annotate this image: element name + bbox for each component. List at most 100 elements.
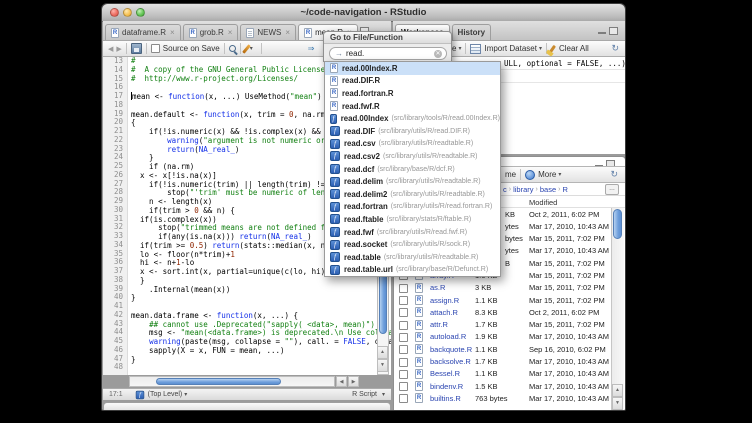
goto-result-item[interactable]: fread.table(src/library/utils/R/readtabl… <box>325 251 500 264</box>
maximize-workspace-icon[interactable] <box>609 27 618 35</box>
goto-result-item[interactable]: Rread.fortran.R <box>325 87 500 100</box>
source-on-save-checkbox[interactable] <box>151 44 160 53</box>
language-mode[interactable]: R Script <box>352 391 377 398</box>
editor-hscrollbar[interactable] <box>129 376 335 387</box>
file-checkbox[interactable] <box>399 284 408 293</box>
workspace-pane-minmax[interactable] <box>598 27 618 35</box>
file-checkbox[interactable] <box>399 370 408 379</box>
file-name-link[interactable]: as.R <box>430 283 445 292</box>
import-dataset-icon[interactable] <box>470 44 481 54</box>
file-checkbox[interactable] <box>399 321 408 330</box>
scope-dropdown-icon[interactable]: ▾ <box>184 391 187 398</box>
tab-history[interactable]: History <box>452 24 492 40</box>
files-scroll-up-icon[interactable]: ▲ <box>612 384 623 397</box>
forward-icon[interactable]: ▶ <box>116 45 121 53</box>
file-name-link[interactable]: autoload.R <box>430 332 466 341</box>
breadcrumb-item[interactable]: c <box>503 185 507 194</box>
scroll-right-icon[interactable]: ▶ <box>348 376 359 387</box>
clear-search-icon[interactable]: ✕ <box>434 50 442 58</box>
file-row[interactable]: RBessel.R1.1 KBMar 17, 2010, 10:43 AM <box>394 368 611 380</box>
more-dropdown-icon[interactable]: ▾ <box>558 171 561 178</box>
window-titlebar[interactable]: ~/code-navigation - RStudio <box>102 4 625 22</box>
goto-result-item[interactable]: fread.DIF(src/library/utils/R/read.DIF.R… <box>325 125 500 138</box>
file-row[interactable]: Rbuiltins.R763 bytesMar 17, 2010, 10:43 … <box>394 392 611 404</box>
file-name-link[interactable]: Bessel.R <box>430 369 460 378</box>
goto-result-item[interactable]: Rread.00Index.R <box>325 62 500 75</box>
refresh-icon[interactable]: ↻ <box>611 44 619 53</box>
files-vscrollbar[interactable]: ▲ ▼ <box>611 208 624 410</box>
goto-result-item[interactable]: fread.dcf(src/library/base/R/dcf.R) <box>325 163 500 176</box>
file-row[interactable]: Rattach.R8.3 KBOct 2, 2011, 6:02 PM <box>394 306 611 318</box>
goto-result-item[interactable]: Rread.DIF.R <box>325 75 500 88</box>
goto-search-input[interactable]: → read. ✕ <box>329 47 447 60</box>
files-vscroll-thumb[interactable] <box>613 209 622 239</box>
minimize-workspace-icon[interactable] <box>598 32 606 34</box>
rename-button-fragment[interactable]: me <box>505 170 516 179</box>
file-checkbox[interactable] <box>399 345 408 354</box>
editor-tab-NEWS[interactable]: RNEWS× <box>240 24 296 40</box>
modified-column-header[interactable]: Modified <box>529 198 557 207</box>
file-row[interactable]: Rautoload.R1.9 KBMar 17, 2010, 10:43 AM <box>394 331 611 343</box>
breadcrumb-item[interactable]: base <box>540 185 556 194</box>
goto-results-list[interactable]: Rread.00Index.RRread.DIF.RRread.fortran.… <box>324 61 501 277</box>
close-tab-icon[interactable]: × <box>285 29 290 37</box>
source-arrow-icon[interactable]: ⇒ <box>308 44 315 53</box>
file-checkbox[interactable] <box>399 333 408 342</box>
language-dropdown-icon[interactable]: ▾ <box>382 391 385 398</box>
save-dropdown-icon[interactable]: ▾ <box>458 45 461 52</box>
file-name-link[interactable]: attach.R <box>430 308 458 317</box>
files-scroll-down-icon[interactable]: ▼ <box>612 397 623 410</box>
file-checkbox[interactable] <box>399 308 408 317</box>
goto-result-item[interactable]: fread.delim2(src/library/utils/R/readtab… <box>325 188 500 201</box>
save-workspace-fragment[interactable]: e <box>452 44 456 53</box>
editor-tab-grob.R[interactable]: Rgrob.R× <box>183 24 239 40</box>
file-row[interactable]: Rbacksolve.R1.7 KBMar 17, 2010, 10:43 AM <box>394 356 611 368</box>
go-to-directory-button[interactable]: … <box>605 184 619 195</box>
editor-tab-dataframe.R[interactable]: Rdataframe.R× <box>105 24 181 40</box>
find-replace-icon[interactable] <box>229 45 236 52</box>
file-row[interactable]: Rassign.R1.1 KBMar 15, 2011, 7:02 PM <box>394 294 611 306</box>
file-row[interactable]: Rattr.R1.7 KBMar 15, 2011, 7:02 PM <box>394 319 611 331</box>
file-name-link[interactable]: builtins.R <box>430 394 461 403</box>
goto-result-item[interactable]: fread.00Index(src/library/tools/R/read.0… <box>325 112 500 125</box>
goto-result-item[interactable]: fread.csv2(src/library/utils/R/readtable… <box>325 150 500 163</box>
scope-selector[interactable]: (Top Level) <box>148 391 183 398</box>
file-name-link[interactable]: backsolve.R <box>430 357 471 366</box>
more-icon[interactable] <box>525 170 535 180</box>
file-checkbox[interactable] <box>399 296 408 305</box>
back-icon[interactable]: ◀ <box>108 45 113 53</box>
goto-result-item[interactable]: fread.socket(src/library/utils/R/sock.R) <box>325 238 500 251</box>
file-name-link[interactable]: backquote.R <box>430 345 472 354</box>
breadcrumb-item[interactable]: library <box>513 185 533 194</box>
file-checkbox[interactable] <box>399 358 408 367</box>
clear-all-button[interactable]: Clear All <box>559 44 589 53</box>
editor-hscroll-thumb[interactable] <box>156 378 281 385</box>
goto-search-value[interactable]: read. <box>346 49 364 58</box>
file-checkbox[interactable] <box>399 382 408 391</box>
file-name-link[interactable]: bindenv.R <box>430 382 463 391</box>
file-row[interactable]: Rbindenv.R1.5 KBMar 17, 2010, 10:43 AM <box>394 380 611 392</box>
files-refresh-icon[interactable]: ↻ <box>610 170 618 179</box>
more-button[interactable]: More <box>538 170 556 179</box>
breadcrumb-item[interactable]: R <box>562 185 567 194</box>
close-tab-icon[interactable]: × <box>228 29 233 37</box>
file-row[interactable]: Ras.R3 KBMar 15, 2011, 7:02 PM <box>394 282 611 294</box>
goto-result-item[interactable]: Rread.fwf.R <box>325 100 500 113</box>
goto-result-item[interactable]: fread.delim(src/library/utils/R/readtabl… <box>325 175 500 188</box>
file-checkbox[interactable] <box>399 394 408 403</box>
goto-result-item[interactable]: fread.fwf(src/library/utils/R/read.fwf.R… <box>325 226 500 239</box>
goto-result-item[interactable]: fread.ftable(src/library/stats/R/ftable.… <box>325 213 500 226</box>
clear-all-icon[interactable] <box>549 44 556 52</box>
import-dataset-button[interactable]: Import Dataset <box>484 44 536 53</box>
file-name-link[interactable]: assign.R <box>430 296 459 305</box>
goto-result-item[interactable]: fread.fortran(src/library/utils/R/read.f… <box>325 201 500 214</box>
goto-result-item[interactable]: fread.table.url(src/library/base/R/Defun… <box>325 264 500 277</box>
save-icon[interactable] <box>131 43 142 54</box>
scroll-left-icon[interactable]: ◀ <box>336 376 347 387</box>
close-tab-icon[interactable]: × <box>170 29 175 37</box>
file-name-link[interactable]: attr.R <box>430 320 448 329</box>
goto-result-item[interactable]: fread.csv(src/library/utils/R/readtable.… <box>325 138 500 151</box>
scroll-up-icon[interactable]: ▲ <box>377 346 388 359</box>
import-dataset-dropdown-icon[interactable]: ▾ <box>539 45 542 52</box>
scroll-down-icon[interactable]: ▼ <box>377 359 388 372</box>
